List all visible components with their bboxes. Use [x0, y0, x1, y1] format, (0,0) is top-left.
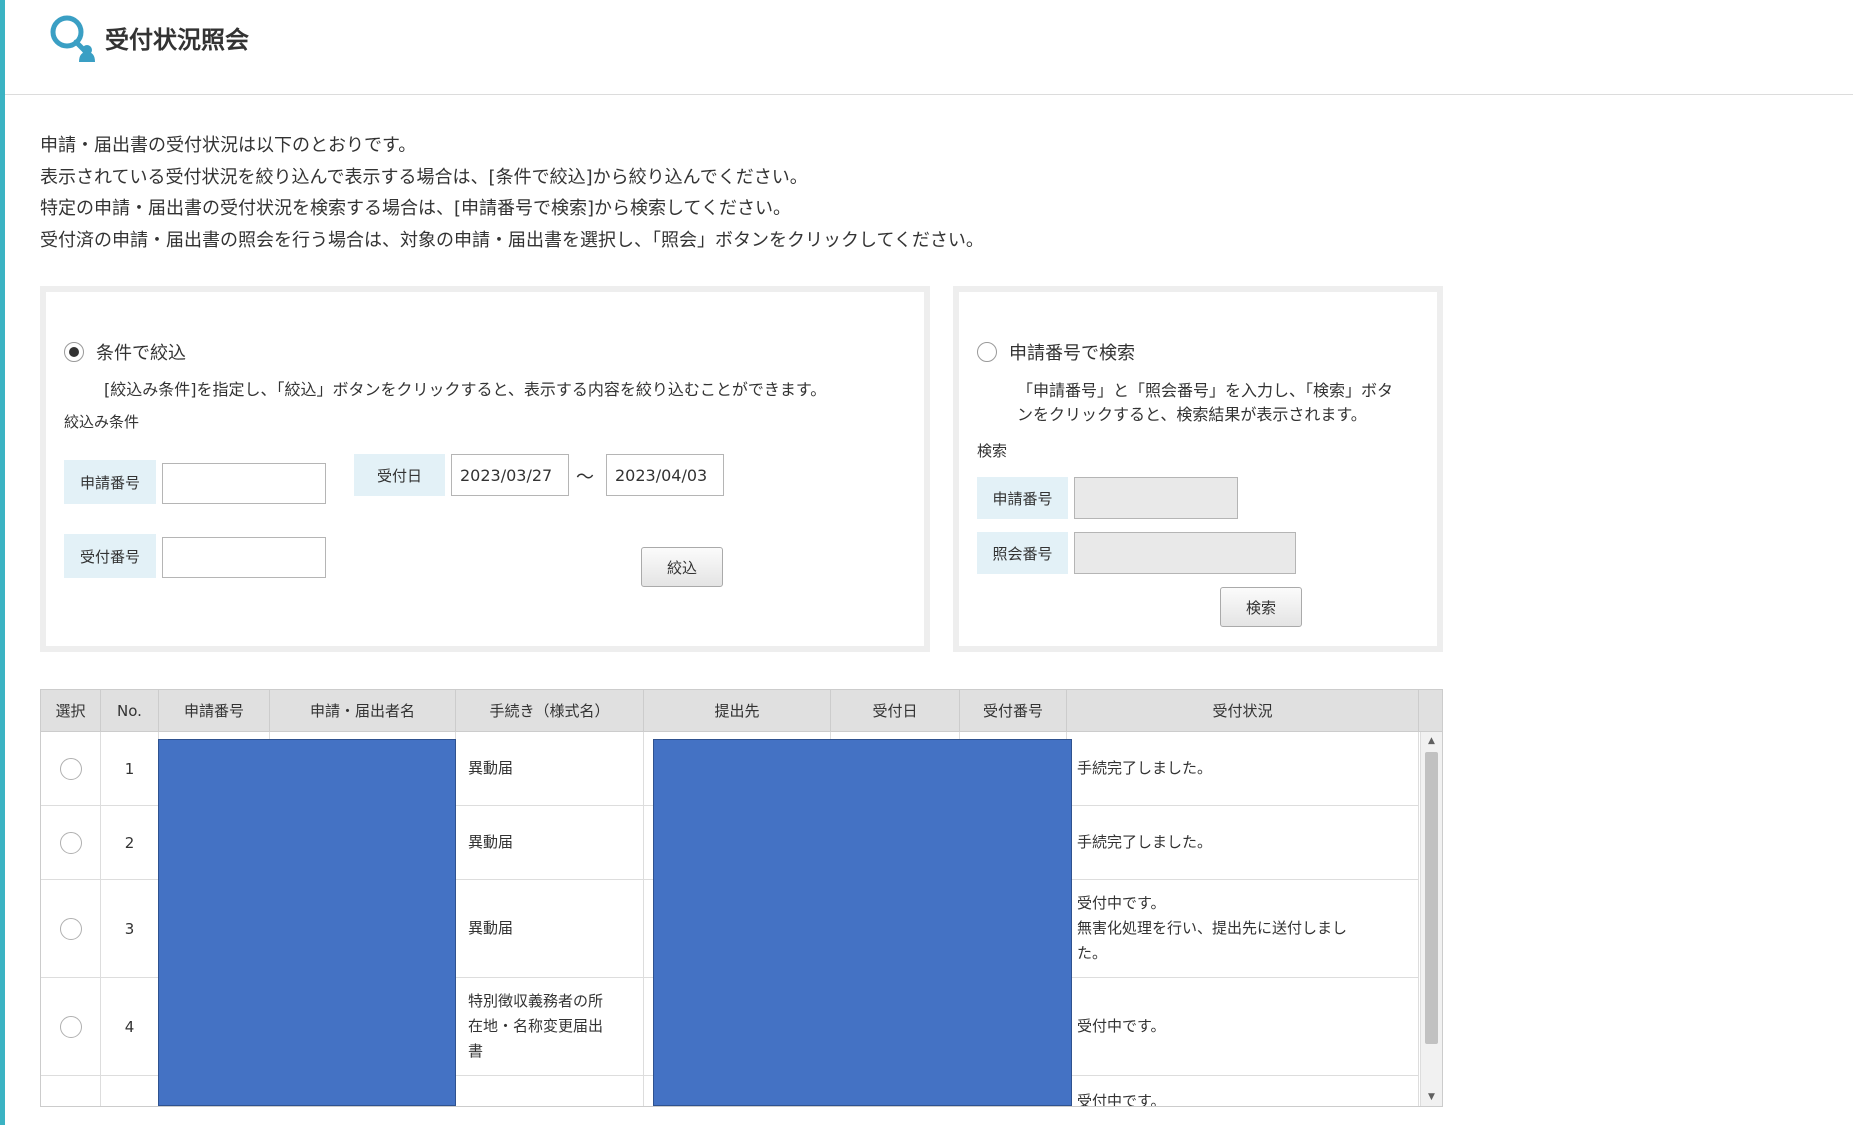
procedure-line: 異動届 — [468, 833, 514, 851]
intro-line: 受付済の申請・届出書の照会を行う場合は、対象の申請・届出書を選択し、「照会」ボタ… — [40, 229, 984, 251]
date-range-separator: ～ — [576, 467, 594, 488]
row-status: 受付中です。 — [1067, 1076, 1419, 1107]
row-select-cell — [41, 880, 101, 977]
status-line: 受付中です。 — [1077, 1092, 1166, 1107]
radio-unchecked-icon[interactable] — [977, 342, 997, 362]
row-procedure: 異動届 — [456, 806, 644, 879]
row-procedure: 異動届 — [456, 732, 644, 805]
row-select-cell — [41, 1076, 101, 1106]
header-procedure: 手続き（様式名） — [456, 690, 644, 731]
date-from-input[interactable]: 2023/03/27 — [451, 454, 569, 496]
status-line: 受付中です。 — [1077, 894, 1166, 912]
procedure-line: 異動届 — [468, 919, 514, 937]
header-destination: 提出先 — [644, 690, 831, 731]
inquiry-no-input[interactable] — [1074, 532, 1296, 574]
page-title: 受付状況照会 — [105, 26, 249, 54]
redaction-block-destination — [653, 739, 1072, 1106]
radio-checked-icon[interactable] — [64, 342, 84, 362]
table-header: 選択 No. 申請番号 申請・届出者名 手続き（様式名） 提出先 受付日 受付番… — [41, 690, 1442, 732]
left-accent-bar — [0, 0, 5, 1125]
filter-description: [絞込み条件]を指定し、「絞込」ボタンをクリックすると、表示する内容を絞り込むこ… — [104, 380, 827, 399]
date-to-input[interactable]: 2023/04/03 — [606, 454, 724, 496]
receipt-no-label: 受付番号 — [64, 534, 156, 578]
procedure-line: 異動届 — [468, 759, 514, 777]
header-select: 選択 — [41, 690, 101, 731]
redaction-block-applicant — [158, 739, 456, 1106]
row-procedure — [456, 1076, 644, 1106]
application-no-input[interactable] — [162, 463, 326, 504]
row-no: 3 — [101, 880, 159, 977]
filter-panel: 条件で絞込 [絞込み条件]を指定し、「絞込」ボタンをクリックすると、表示する内容… — [40, 286, 930, 652]
header-receipt-date: 受付日 — [831, 690, 960, 731]
search-button[interactable]: 検索 — [1220, 587, 1302, 627]
scroll-down-arrow-icon[interactable]: ▼ — [1421, 1088, 1442, 1106]
application-no-label: 申請番号 — [64, 460, 156, 504]
row-no: 2 — [101, 806, 159, 879]
intro-text: 申請・届出書の受付状況は以下のとおりです。 表示されている受付状況を絞り込んで表… — [40, 130, 984, 256]
row-no — [101, 1076, 159, 1106]
row-radio[interactable] — [59, 757, 82, 780]
header-applicant-name: 申請・届出者名 — [270, 690, 456, 731]
header-application-no: 申請番号 — [159, 690, 270, 731]
header-status: 受付状況 — [1067, 690, 1419, 731]
intro-line: 特定の申請・届出書の受付状況を検索する場合は、[申請番号で検索]から検索してくだ… — [40, 198, 791, 219]
intro-line: 申請・届出書の受付状況は以下のとおりです。 — [40, 135, 417, 156]
row-procedure: 異動届 — [456, 880, 644, 977]
status-line: た。 — [1077, 944, 1108, 962]
search-description-line: ンをクリックすると、検索結果が表示されます。 — [1017, 405, 1367, 424]
status-line: 受付中です。 — [1077, 1017, 1166, 1035]
search-description-line: 「申請番号」と「照会番号」を入力し、「検索」ボタ — [1017, 381, 1394, 400]
row-select-cell — [41, 732, 101, 805]
search-application-no-input[interactable] — [1074, 477, 1238, 519]
header-receipt-no: 受付番号 — [960, 690, 1067, 731]
row-status: 手続完了しました。 — [1067, 732, 1419, 805]
search-mode-label: 申請番号で検索 — [1009, 343, 1135, 364]
intro-line: 表示されている受付状況を絞り込んで表示する場合は、[条件で絞込]から絞り込んでく… — [40, 166, 808, 188]
row-select-cell — [41, 806, 101, 879]
row-status: 受付中です。 — [1067, 978, 1419, 1075]
search-application-no-label: 申請番号 — [977, 477, 1068, 519]
receipt-no-input[interactable] — [162, 537, 326, 578]
scroll-up-arrow-icon[interactable]: ▲ — [1421, 732, 1442, 750]
search-section-label: 検索 — [977, 442, 1008, 460]
inquiry-no-label: 照会番号 — [977, 532, 1068, 574]
results-table: 選択 No. 申請番号 申請・届出者名 手続き（様式名） 提出先 受付日 受付番… — [40, 689, 1443, 1107]
row-radio[interactable] — [59, 831, 82, 854]
status-line: 手続完了しました。 — [1077, 759, 1213, 777]
procedure-line: 特別徴収義務者の所 — [468, 992, 604, 1010]
row-status: 受付中です。 無害化処理を行い、提出先に送付しまし た。 — [1067, 880, 1419, 977]
search-mode-radio[interactable]: 申請番号で検索 — [977, 339, 1135, 365]
row-radio[interactable] — [59, 917, 82, 940]
row-select-cell — [41, 978, 101, 1075]
procedure-line: 在地・名称変更届出 — [468, 1017, 604, 1035]
row-radio[interactable] — [59, 1015, 82, 1038]
search-person-icon — [50, 15, 95, 62]
row-procedure: 特別徴収義務者の所 在地・名称変更届出 書 — [456, 978, 644, 1075]
filter-button[interactable]: 絞込 — [641, 547, 723, 587]
filter-mode-label: 条件で絞込 — [96, 343, 186, 364]
row-no: 1 — [101, 732, 159, 805]
table-scrollbar[interactable]: ▲ ▼ — [1420, 732, 1442, 1106]
filter-mode-radio[interactable]: 条件で絞込 — [64, 339, 186, 365]
row-status: 手続完了しました。 — [1067, 806, 1419, 879]
search-description: 「申請番号」と「照会番号」を入力し、「検索」ボタ ンをクリックすると、検索結果が… — [1017, 379, 1393, 427]
page-header: 受付状況照会 — [5, 0, 1853, 95]
status-line: 手続完了しました。 — [1077, 833, 1213, 851]
row-no: 4 — [101, 978, 159, 1075]
status-line: 無害化処理を行い、提出先に送付しまし — [1077, 919, 1348, 937]
header-no: No. — [101, 690, 159, 731]
search-panel: 申請番号で検索 「申請番号」と「照会番号」を入力し、「検索」ボタ ンをクリックす… — [953, 286, 1443, 652]
procedure-line: 書 — [468, 1042, 484, 1060]
scrollbar-thumb[interactable] — [1425, 752, 1438, 1044]
filter-conditions-label: 絞込み条件 — [64, 413, 140, 431]
receipt-date-label: 受付日 — [354, 454, 445, 496]
